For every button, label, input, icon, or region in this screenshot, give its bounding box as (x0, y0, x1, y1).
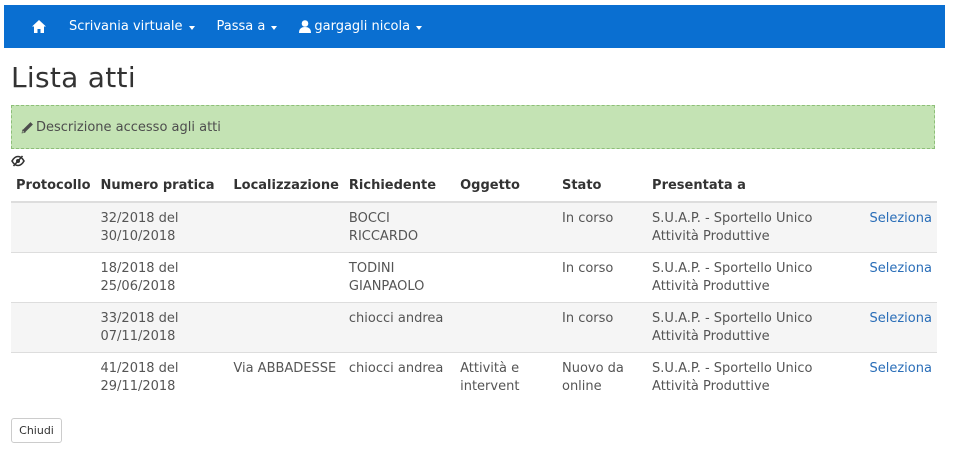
column-header-oggetto[interactable]: Oggetto (455, 170, 557, 203)
cell-numero-pratica: 33/2018 del 07/11/2018 (95, 302, 229, 353)
eye-slash-icon[interactable] (11, 152, 25, 167)
cell-action: Seleziona (864, 302, 937, 353)
column-header-presentata-a[interactable]: Presentata a (647, 170, 865, 203)
table-row: 32/2018 del 30/10/2018 BOCCI RICCARDO In… (11, 201, 937, 253)
chevron-down-icon (188, 25, 195, 30)
menu-passa-a[interactable]: Passa a (217, 19, 278, 34)
close-button[interactable]: Chiudi (11, 418, 62, 443)
user-menu[interactable]: gargagli nicola (299, 19, 423, 34)
top-navbar: Scrivania virtuale Passa a gargagli nico… (4, 5, 945, 48)
cell-action: Seleziona (864, 252, 937, 303)
cell-presentata-a: S.U.A.P. - Sportello Unico Attività Prod… (647, 302, 865, 353)
cell-oggetto (455, 302, 557, 353)
cell-richiedente: chiocci andrea (343, 302, 456, 353)
home-icon[interactable] (32, 18, 50, 36)
description-panel[interactable]: Descrizione accesso agli atti (11, 105, 935, 149)
atti-table: Protocollo Numero pratica Localizzazione… (11, 170, 937, 402)
page-title: Lista atti (11, 61, 136, 94)
menu-scrivania-virtuale[interactable]: Scrivania virtuale (69, 19, 195, 34)
column-header-numero-pratica[interactable]: Numero pratica (95, 170, 229, 203)
cell-protocollo (11, 252, 96, 303)
table-row: 18/2018 del 25/06/2018 TODINI GIANPAOLO … (11, 252, 937, 303)
menu-scrivania-virtuale-label: Scrivania virtuale (69, 19, 183, 34)
cell-numero-pratica: 41/2018 del 29/11/2018 (95, 352, 229, 402)
cell-presentata-a: S.U.A.P. - Sportello Unico Attività Prod… (647, 352, 865, 402)
seleziona-link[interactable]: Seleziona (870, 311, 932, 326)
cell-numero-pratica: 18/2018 del 25/06/2018 (95, 252, 229, 303)
seleziona-link[interactable]: Seleziona (870, 261, 932, 276)
cell-localizzazione: Via ABBADESSE (228, 352, 344, 402)
cell-protocollo (11, 352, 96, 402)
column-header-richiedente[interactable]: Richiedente (343, 170, 456, 203)
cell-richiedente: chiocci andrea (343, 352, 456, 402)
table-row: 33/2018 del 07/11/2018 chiocci andrea In… (11, 302, 937, 353)
pencil-icon (21, 121, 34, 134)
cell-presentata-a: S.U.A.P. - Sportello Unico Attività Prod… (647, 201, 865, 253)
cell-localizzazione (228, 302, 344, 353)
cell-stato: In corso (556, 302, 648, 353)
cell-protocollo (11, 302, 96, 353)
cell-richiedente: BOCCI RICCARDO (343, 201, 456, 253)
user-name: gargagli nicola (314, 19, 411, 34)
description-label: Descrizione accesso agli atti (36, 119, 221, 135)
table-row: 41/2018 del 29/11/2018 Via ABBADESSE chi… (11, 352, 937, 402)
cell-protocollo (11, 201, 96, 253)
cell-stato: In corso (556, 252, 648, 303)
cell-localizzazione (228, 252, 344, 303)
table-header-row: Protocollo Numero pratica Localizzazione… (11, 170, 937, 203)
column-header-actions (864, 170, 937, 203)
seleziona-link[interactable]: Seleziona (870, 211, 932, 226)
cell-oggetto (455, 201, 557, 253)
chevron-down-icon (271, 25, 278, 30)
cell-oggetto (455, 252, 557, 303)
seleziona-link[interactable]: Seleziona (870, 361, 932, 376)
column-header-stato[interactable]: Stato (556, 170, 648, 203)
chevron-down-icon (416, 25, 423, 30)
cell-action: Seleziona (864, 201, 937, 253)
cell-oggetto: Attività e intervent (455, 352, 557, 402)
column-header-localizzazione[interactable]: Localizzazione (228, 170, 344, 203)
cell-presentata-a: S.U.A.P. - Sportello Unico Attività Prod… (647, 252, 865, 303)
cell-stato: Nuovo da online (556, 352, 648, 402)
cell-localizzazione (228, 201, 344, 253)
cell-numero-pratica: 32/2018 del 30/10/2018 (95, 201, 229, 253)
cell-stato: In corso (556, 201, 648, 253)
cell-richiedente: TODINI GIANPAOLO (343, 252, 456, 303)
cell-action: Seleziona (864, 352, 937, 402)
menu-passa-a-label: Passa a (216, 19, 266, 34)
column-header-protocollo[interactable]: Protocollo (11, 170, 96, 203)
user-icon (299, 20, 312, 33)
